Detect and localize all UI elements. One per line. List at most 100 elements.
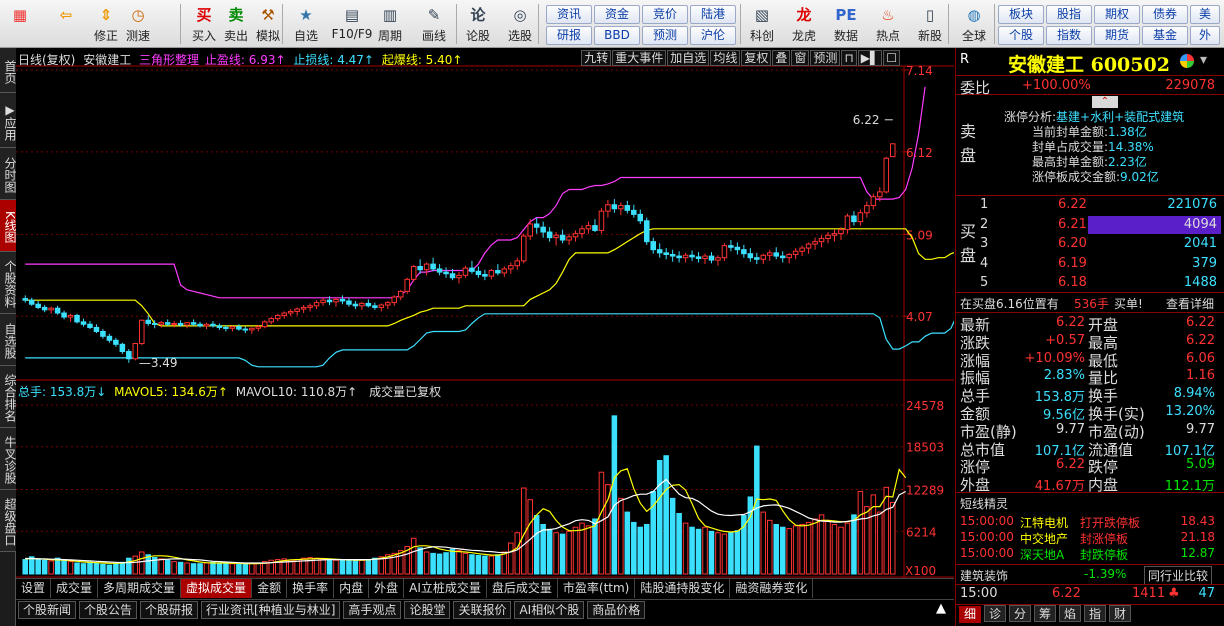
quick-button-沪伦[interactable]: 沪伦	[690, 26, 736, 45]
quick-button-期货[interactable]: 期货	[1094, 26, 1140, 45]
left-tab-8[interactable]: 超级盘口	[0, 490, 17, 552]
quick-button-资金[interactable]: 资金	[594, 5, 640, 24]
industry-compare-link[interactable]: 同行业比较	[1144, 566, 1213, 585]
news-tab-8[interactable]: 商品价格	[587, 601, 646, 619]
left-tab-2[interactable]: 分时图	[0, 148, 17, 200]
quick-button-指数[interactable]: 指数	[1046, 26, 1092, 45]
indicator-tab-3[interactable]: 虚拟成交量	[181, 579, 253, 598]
chart-canvas[interactable]: 4.075.096.127.146214122891850324578X1006…	[16, 48, 954, 578]
left-tab-0[interactable]: 首页	[0, 48, 17, 93]
buy-order-row[interactable]: 5 6.18 1488	[978, 274, 1224, 293]
quick-button-债券[interactable]: 债券	[1142, 5, 1188, 24]
quick-button-美[interactable]: 美	[1190, 5, 1220, 24]
industry-name[interactable]: 建筑装饰	[960, 567, 1008, 584]
chart-button-1[interactable]: 重大事件	[612, 50, 667, 66]
chart-button-0[interactable]: 九转	[581, 50, 612, 66]
chart-button-2[interactable]: 加自选	[667, 50, 710, 66]
chart-button-9[interactable]: ▶▌	[857, 50, 883, 66]
toolbar-button-卖出[interactable]: 卖卖出	[220, 2, 252, 46]
chart-button-5[interactable]: 叠	[772, 50, 791, 66]
news-tab-3[interactable]: 行业资讯[种植业与林业]	[201, 601, 341, 619]
news-tab-4[interactable]: 高手观点	[343, 601, 402, 619]
menu-icon[interactable]: ▾	[1200, 52, 1207, 68]
quick-button-BBD[interactable]: BBD	[594, 26, 640, 45]
news-tab-5[interactable]: 论股堂	[404, 601, 451, 619]
pie-icon[interactable]	[1180, 54, 1194, 68]
news-tab-6[interactable]: 关联报价	[453, 601, 512, 619]
buy-order-row[interactable]: 3 6.20 2041	[978, 235, 1224, 254]
collapse-arrow-icon[interactable]: ⌃	[1092, 96, 1118, 108]
quick-button-资讯[interactable]: 资讯	[546, 5, 592, 24]
notice-detail-link[interactable]: 查看详细	[1166, 295, 1214, 312]
chart-button-7[interactable]: 预测	[810, 50, 841, 66]
chart-button-8[interactable]: ⊓	[841, 50, 857, 66]
left-tab-6[interactable]: 综合排名	[0, 366, 17, 428]
quick-button-研报[interactable]: 研报	[546, 26, 592, 45]
buy-order-row[interactable]: 1 6.22 221076	[978, 196, 1224, 215]
panel-tab-2[interactable]: 分	[1009, 605, 1031, 622]
panel-tab-1[interactable]: 诊	[984, 605, 1006, 622]
toolbar-button-买入[interactable]: 买买入	[188, 2, 220, 46]
indicator-tab-5[interactable]: 换手率	[287, 579, 335, 598]
toolbar-button-windows[interactable]: ▦	[4, 2, 36, 46]
indicator-tab-6[interactable]: 内盘	[334, 579, 370, 598]
panel-tab-3[interactable]: 筹	[1034, 605, 1056, 622]
left-tab-1[interactable]: ▶应用	[0, 93, 17, 148]
up-arrow-icon[interactable]: ▲	[936, 601, 946, 616]
quick-button-竞价[interactable]: 竞价	[642, 5, 688, 24]
toolbar-button-选股[interactable]: ◎ 选股	[504, 2, 536, 46]
indicator-tab-0[interactable]: 设置	[16, 579, 52, 598]
quick-button-个股[interactable]: 个股	[998, 26, 1044, 45]
news-tab-1[interactable]: 个股公告	[79, 601, 138, 619]
toolbar-button-F10/F9[interactable]: ▤ F10/F9	[330, 2, 374, 46]
quick-button-期权[interactable]: 期权	[1094, 5, 1140, 24]
chart-button-10[interactable]: ☐	[883, 50, 900, 66]
sprite-item[interactable]: 15:00:00 中交地产 封涨停板 21.18	[956, 529, 1224, 546]
news-tab-2[interactable]: 个股研报	[140, 601, 199, 619]
news-tab-7[interactable]: AI相似个股	[514, 601, 585, 619]
toolbar-button-修正[interactable]: ⇕ 修正	[90, 2, 122, 46]
left-tab-5[interactable]: 自选股	[0, 314, 17, 366]
quick-button-预测[interactable]: 预测	[642, 26, 688, 45]
quick-button-板块[interactable]: 板块	[998, 5, 1044, 24]
buy-order-row[interactable]: 2 6.21 4094	[978, 215, 1224, 235]
toolbar-button-新股[interactable]: ▯ 新股	[914, 2, 946, 46]
left-tab-3[interactable]: K线图	[0, 200, 17, 252]
kline-chart[interactable]: 4.07 5.09 6.12 7.14 6214 12289 18503 24578 X100 6…	[16, 48, 954, 578]
indicator-tab-7[interactable]: 外盘	[369, 579, 405, 598]
toolbar-button-科创[interactable]: ▧ 科创	[746, 2, 778, 46]
news-tab-0[interactable]: 个股新闻	[18, 601, 77, 619]
toolbar-button-测速[interactable]: ◷ 测速	[122, 2, 154, 46]
buy-order-row[interactable]: 4 6.19 379	[978, 255, 1224, 274]
toolbar-button-数据[interactable]: PE 数据	[830, 2, 862, 46]
sprite-item[interactable]: 15:00:00 深天地A 封跌停板 12.87	[956, 545, 1224, 562]
chart-button-4[interactable]: 复权	[741, 50, 772, 66]
chart-button-3[interactable]: 均线	[710, 50, 741, 66]
indicator-tab-9[interactable]: 盘后成交量	[487, 579, 558, 598]
toolbar-button-自选[interactable]: ★ 自选	[290, 2, 322, 46]
indicator-tab-1[interactable]: 成交量	[51, 579, 99, 598]
toolbar-button-龙虎[interactable]: 龙龙虎	[788, 2, 820, 46]
panel-tab-0[interactable]: 细	[959, 606, 981, 623]
quick-button-陆港[interactable]: 陆港	[690, 5, 736, 24]
quick-button-股指[interactable]: 股指	[1046, 5, 1092, 24]
toolbar-button-画线[interactable]: ✎ 画线	[418, 2, 450, 46]
quick-button-基金[interactable]: 基金	[1142, 26, 1188, 45]
toolbar-button-back-arrow[interactable]: ⇦	[50, 2, 82, 46]
toolbar-button-全球[interactable]: ◍ 全球	[958, 2, 990, 46]
indicator-tab-12[interactable]: 融资融券变化	[730, 579, 814, 598]
left-tab-7[interactable]: 牛叉诊股	[0, 428, 17, 490]
chart-button-6[interactable]: 窗	[791, 50, 810, 66]
panel-tab-5[interactable]: 指	[1084, 605, 1106, 622]
indicator-tab-8[interactable]: AI立桩成交量	[404, 579, 487, 598]
indicator-tab-11[interactable]: 陆股通持股变化	[635, 579, 731, 598]
panel-tab-4[interactable]: 焰	[1059, 605, 1081, 622]
toolbar-button-周期[interactable]: ▥ 周期	[374, 2, 406, 46]
toolbar-button-热点[interactable]: ♨ 热点	[872, 2, 904, 46]
left-tab-4[interactable]: 个股资料	[0, 252, 17, 314]
toolbar-button-模拟[interactable]: ⚒ 模拟	[252, 2, 284, 46]
toolbar-button-论股[interactable]: 论论股	[462, 2, 494, 46]
indicator-tab-4[interactable]: 金额	[252, 579, 288, 598]
panel-tab-6[interactable]: 财	[1109, 605, 1131, 622]
indicator-tab-10[interactable]: 市盈率(ttm)	[558, 579, 636, 598]
